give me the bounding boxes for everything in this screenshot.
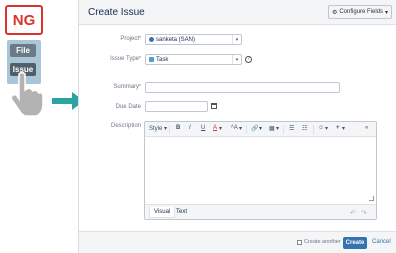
dialog-header: Create Issue ⚙ Configure Fields ▾ [79, 0, 396, 25]
numbered-list-icon[interactable]: ☷ [302, 125, 307, 132]
dialog-title: Create Issue [88, 7, 145, 18]
chevron-down-icon[interactable]: ▾ [325, 125, 328, 132]
issue-type-label: Issue Type* [110, 56, 141, 62]
chevron-down-icon[interactable]: ▾ [342, 125, 345, 132]
chevron-down-icon: ▾ [385, 9, 389, 16]
file-button[interactable]: File [10, 44, 36, 57]
chevron-down-icon: ▾ [232, 55, 241, 64]
bold-button[interactable]: B [176, 125, 180, 131]
chevron-down-icon: ▾ [232, 35, 241, 44]
chevron-down-icon[interactable]: ▾ [239, 125, 242, 132]
description-label: Description [110, 123, 141, 129]
due-date-input[interactable] [145, 101, 208, 112]
task-icon [149, 57, 154, 62]
underline-button[interactable]: U [201, 125, 205, 131]
due-date-label: Due Date [115, 104, 141, 110]
toolbar-divider [283, 125, 284, 134]
configure-fields-label: Configure Fields [339, 9, 384, 15]
undo-icon[interactable]: ↶ [350, 209, 356, 217]
style-dropdown[interactable]: Style ▾ [149, 125, 167, 132]
dialog-footer: Create another Create Cancel [79, 231, 396, 253]
table-icon[interactable]: ▦ [269, 125, 275, 132]
text-color-button[interactable]: A [213, 125, 217, 131]
project-select[interactable]: sanketa (SAN) ▾ [145, 34, 242, 45]
toolbar-divider [169, 125, 170, 134]
more-icon[interactable]: + [336, 125, 340, 131]
gear-icon: ⚙ [331, 9, 338, 16]
emoticon-icon[interactable]: ☺ [318, 125, 324, 131]
project-avatar-icon [149, 37, 154, 42]
calendar-icon[interactable] [211, 103, 217, 109]
chevron-down-icon[interactable]: ▾ [259, 125, 262, 132]
chevron-down-icon[interactable]: ▾ [219, 125, 222, 132]
cancel-link[interactable]: Cancel [372, 239, 391, 245]
chevron-down-icon[interactable]: ▾ [276, 125, 279, 132]
bullet-list-icon[interactable]: ☰ [289, 125, 294, 132]
configure-fields-button[interactable]: ⚙ Configure Fields ▾ [328, 5, 392, 19]
editor-toolbar: Style ▾ B I U A ▾ ᴬA ▾ 🔗 ▾ ▦ ▾ ☰ ☷ ☺ ▾ +… [145, 122, 376, 137]
editor-mode-tabs: Visual Text ↶ ↷ [145, 204, 376, 219]
create-button[interactable]: Create [343, 237, 367, 249]
project-value: sanketa (SAN) [156, 36, 196, 43]
redo-icon[interactable]: ↷ [361, 209, 367, 217]
italic-button[interactable]: I [189, 125, 191, 131]
tab-text[interactable]: Text [172, 207, 191, 218]
toolbar-divider [246, 125, 247, 134]
screenshot-root: NG File Issue Create Issue ⚙ Configure F… [0, 0, 396, 253]
summary-input[interactable] [145, 82, 340, 93]
text-size-button[interactable]: ᴬA [231, 125, 238, 131]
summary-label: Summary* [113, 84, 141, 90]
help-icon[interactable]: ? [245, 56, 252, 63]
description-textarea[interactable] [145, 137, 376, 204]
link-icon[interactable]: 🔗 [251, 125, 258, 132]
create-another-checkbox[interactable] [297, 240, 302, 245]
issue-type-value: Task [156, 56, 169, 63]
toolbar-divider [313, 125, 314, 134]
ng-badge: NG [5, 5, 43, 35]
resize-handle-icon[interactable] [369, 196, 374, 201]
collapse-icon[interactable]: « [365, 125, 368, 131]
project-label: Project* [120, 36, 141, 42]
issue-type-select[interactable]: Task ▾ [145, 54, 242, 65]
description-editor: Style ▾ B I U A ▾ ᴬA ▾ 🔗 ▾ ▦ ▾ ☰ ☷ ☺ ▾ +… [144, 121, 377, 220]
pointing-hand-icon [10, 71, 44, 116]
create-another-label: Create another [304, 239, 341, 245]
